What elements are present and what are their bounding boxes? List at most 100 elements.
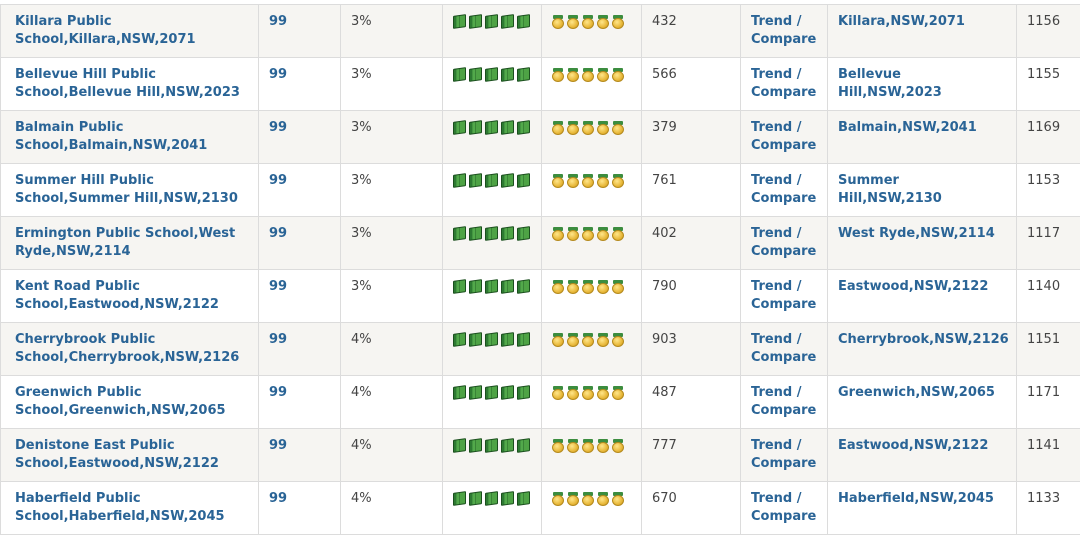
icsea-cell: 1117	[1017, 217, 1080, 270]
school-name-link[interactable]: Bellevue Hill Public School,Bellevue Hil…	[15, 67, 240, 100]
percent-value: 4%	[351, 332, 372, 347]
trend-compare-link[interactable]: Trend / Compare	[751, 226, 816, 259]
school-name-link[interactable]: Balmain Public School,Balmain,NSW,2041	[15, 120, 207, 153]
books-rating	[453, 66, 531, 81]
medal-icon	[597, 121, 609, 135]
score-link[interactable]: 99	[269, 491, 287, 506]
score-link[interactable]: 99	[269, 14, 287, 29]
medal-icon	[582, 68, 594, 82]
school-name-link[interactable]: Ermington Public School,West Ryde,NSW,21…	[15, 226, 235, 259]
books-rating-cell	[443, 217, 542, 270]
books-rating-cell	[443, 429, 542, 482]
books-rating-cell	[443, 482, 542, 535]
medal-icon	[612, 174, 624, 188]
medals-rating-cell	[542, 164, 642, 217]
medal-icon	[552, 386, 564, 400]
book-icon	[453, 491, 466, 506]
medal-icon	[582, 333, 594, 347]
icsea-cell: 1140	[1017, 270, 1080, 323]
suburb-cell: Eastwood,NSW,2122	[828, 270, 1017, 323]
book-icon	[453, 67, 466, 82]
table-row: Summer Hill Public School,Summer Hill,NS…	[1, 164, 1080, 217]
suburb-link[interactable]: Summer Hill,NSW,2130	[838, 173, 942, 206]
trend-compare-link[interactable]: Trend / Compare	[751, 67, 816, 100]
score-link[interactable]: 99	[269, 173, 287, 188]
school-name-link[interactable]: Denistone East Public School,Eastwood,NS…	[15, 438, 219, 471]
suburb-link[interactable]: Eastwood,NSW,2122	[838, 438, 988, 453]
books-rating	[453, 437, 531, 452]
book-icon	[501, 120, 514, 135]
trend-cell: Trend / Compare	[741, 376, 828, 429]
score-link[interactable]: 99	[269, 226, 287, 241]
medal-icon	[597, 174, 609, 188]
books-rating	[453, 13, 531, 28]
book-icon	[485, 279, 498, 294]
medal-icon	[552, 492, 564, 506]
trend-compare-link[interactable]: Trend / Compare	[751, 491, 816, 524]
trend-compare-link[interactable]: Trend / Compare	[751, 332, 816, 365]
suburb-link[interactable]: Killara,NSW,2071	[838, 14, 965, 29]
suburb-link[interactable]: Eastwood,NSW,2122	[838, 279, 988, 294]
medal-icon	[612, 386, 624, 400]
book-icon	[453, 120, 466, 135]
suburb-link[interactable]: Haberfield,NSW,2045	[838, 491, 994, 506]
suburb-link[interactable]: Cherrybrook,NSW,2126	[838, 332, 1009, 347]
percent-cell: 4%	[341, 323, 443, 376]
trend-cell: Trend / Compare	[741, 270, 828, 323]
enrolment-cell: 670	[642, 482, 741, 535]
trend-compare-link[interactable]: Trend / Compare	[751, 120, 816, 153]
percent-cell: 4%	[341, 482, 443, 535]
suburb-link[interactable]: West Ryde,NSW,2114	[838, 226, 995, 241]
school-name-link[interactable]: Kent Road Public School,Eastwood,NSW,212…	[15, 279, 219, 312]
table-row: Ermington Public School,West Ryde,NSW,21…	[1, 217, 1080, 270]
books-rating-cell	[443, 376, 542, 429]
percent-value: 4%	[351, 385, 372, 400]
score-link[interactable]: 99	[269, 438, 287, 453]
medal-icon	[582, 15, 594, 29]
suburb-link[interactable]: Balmain,NSW,2041	[838, 120, 977, 135]
medal-icon	[567, 227, 579, 241]
school-name-link[interactable]: Cherrybrook Public School,Cherrybrook,NS…	[15, 332, 239, 365]
book-icon	[517, 226, 530, 241]
medal-icon	[612, 492, 624, 506]
table-row: Greenwich Public School,Greenwich,NSW,20…	[1, 376, 1080, 429]
school-name-link[interactable]: Haberfield Public School,Haberfield,NSW,…	[15, 491, 225, 524]
school-name-link[interactable]: Summer Hill Public School,Summer Hill,NS…	[15, 173, 238, 206]
medal-icon	[597, 227, 609, 241]
trend-compare-link[interactable]: Trend / Compare	[751, 438, 816, 471]
medals-rating-cell	[542, 5, 642, 58]
medals-rating	[552, 278, 631, 294]
percent-cell: 3%	[341, 111, 443, 164]
enrolment-value: 432	[652, 14, 677, 29]
medal-icon	[612, 439, 624, 453]
icsea-cell: 1169	[1017, 111, 1080, 164]
suburb-cell: Greenwich,NSW,2065	[828, 376, 1017, 429]
enrolment-value: 903	[652, 332, 677, 347]
score-link[interactable]: 99	[269, 332, 287, 347]
book-icon	[501, 67, 514, 82]
trend-compare-link[interactable]: Trend / Compare	[751, 14, 816, 47]
books-rating-cell	[443, 323, 542, 376]
percent-value: 3%	[351, 226, 372, 241]
suburb-link[interactable]: Bellevue Hill,NSW,2023	[838, 67, 942, 100]
score-link[interactable]: 99	[269, 279, 287, 294]
trend-compare-link[interactable]: Trend / Compare	[751, 279, 816, 312]
medals-rating-cell	[542, 482, 642, 535]
medal-icon	[597, 68, 609, 82]
score-link[interactable]: 99	[269, 120, 287, 135]
icsea-value: 1153	[1027, 173, 1060, 188]
book-icon	[469, 120, 482, 135]
score-link[interactable]: 99	[269, 385, 287, 400]
score-link[interactable]: 99	[269, 67, 287, 82]
trend-cell: Trend / Compare	[741, 482, 828, 535]
school-name-link[interactable]: Killara Public School,Killara,NSW,2071	[15, 14, 196, 47]
suburb-link[interactable]: Greenwich,NSW,2065	[838, 385, 995, 400]
book-icon	[469, 226, 482, 241]
trend-compare-link[interactable]: Trend / Compare	[751, 173, 816, 206]
medal-icon	[597, 439, 609, 453]
trend-cell: Trend / Compare	[741, 217, 828, 270]
medal-icon	[597, 492, 609, 506]
trend-compare-link[interactable]: Trend / Compare	[751, 385, 816, 418]
school-name-link[interactable]: Greenwich Public School,Greenwich,NSW,20…	[15, 385, 226, 418]
medal-icon	[567, 439, 579, 453]
